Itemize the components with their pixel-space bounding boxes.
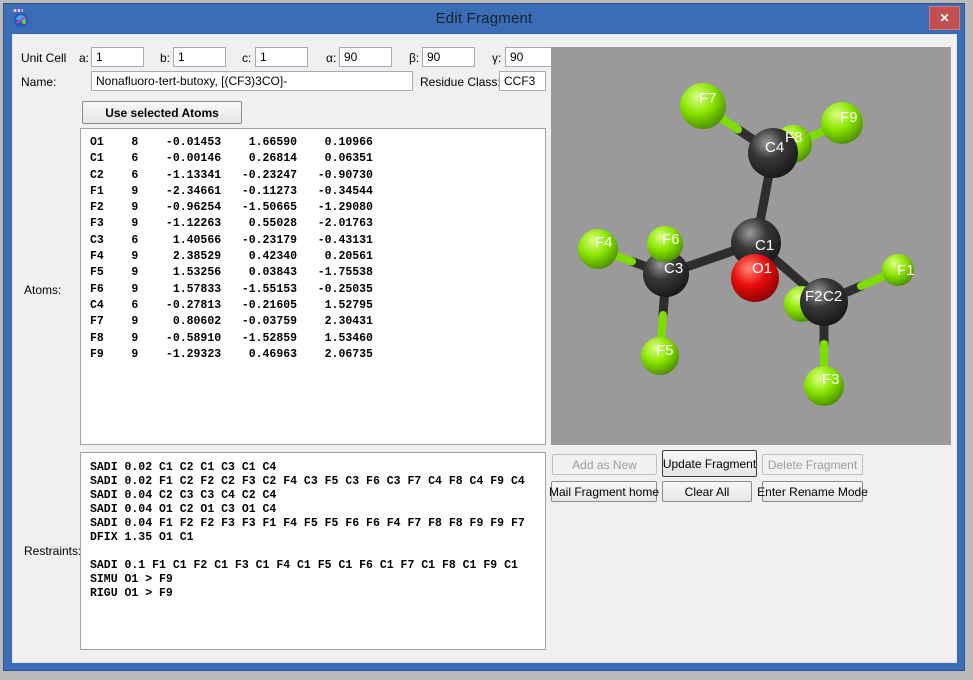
atoms-editor[interactable]: O1 8 -0.01453 1.66590 0.10966 C1 6 -0.00… [80, 128, 546, 445]
residue-class-input[interactable] [499, 71, 546, 91]
delete-fragment-button[interactable]: Delete Fragment [762, 454, 863, 475]
atom-label-O1: O1 [752, 260, 772, 277]
cell-beta-input[interactable] [422, 47, 475, 67]
atom-label-F2: F2 [805, 288, 823, 305]
atom-label-F6: F6 [662, 231, 680, 248]
atom-label-F7: F7 [699, 90, 717, 107]
cell-c-input[interactable] [255, 47, 308, 67]
cell-b-label: b: [160, 51, 170, 65]
atom-label-C1: C1 [755, 237, 774, 254]
cell-beta-label: β: [409, 51, 419, 65]
cell-alpha-input[interactable] [339, 47, 392, 67]
atom-label-C3: C3 [664, 260, 683, 277]
cell-a-label: a: [79, 51, 89, 65]
residue-class-label: Residue Class: [420, 75, 501, 89]
restraints-label: Restraints: [24, 544, 81, 558]
window-title: Edit Fragment [4, 10, 964, 27]
cell-gamma-label: γ: [492, 51, 501, 65]
cell-c-label: c: [242, 51, 251, 65]
edit-fragment-dialog: { "window": { "title": "Edit Fragment", … [0, 0, 973, 680]
atom-label-F5: F5 [656, 342, 674, 359]
atom-label-C4: C4 [765, 139, 784, 156]
name-input[interactable] [91, 71, 413, 91]
update-fragment-button[interactable]: Update Fragment [662, 450, 757, 477]
titlebar: Edit Fragment ✕ [4, 4, 964, 34]
atom-label-F3: F3 [822, 371, 840, 388]
cell-alpha-label: α: [326, 51, 336, 65]
close-button[interactable]: ✕ [929, 6, 960, 30]
atom-label-F4: F4 [595, 234, 613, 251]
add-as-new-button[interactable]: Add as New [552, 454, 657, 475]
enter-rename-mode-button[interactable]: Enter Rename Mode [762, 481, 863, 502]
cell-gamma-input[interactable] [505, 47, 553, 67]
atom-label-F9: F9 [840, 109, 858, 126]
use-selected-atoms-button[interactable]: Use selected Atoms [82, 101, 242, 124]
cell-b-input[interactable] [173, 47, 226, 67]
mail-fragment-home-button[interactable]: Mail Fragment home [551, 481, 657, 502]
atoms-label: Atoms: [24, 283, 61, 297]
atom-label-C2: C2 [823, 288, 842, 305]
name-label: Name: [21, 75, 56, 89]
atom-label-F1: F1 [897, 262, 915, 279]
cell-a-input[interactable] [91, 47, 144, 67]
restraints-editor[interactable]: SADI 0.02 C1 C2 C1 C3 C1 C4 SADI 0.02 F1… [80, 452, 546, 650]
dialog-content: Unit Cell a: b: c: α: β: γ: Name: Residu… [12, 34, 957, 663]
atom-label-F8: F8 [785, 129, 803, 146]
window-frame: Edit Fragment ✕ Unit Cell a: b: c: α: β:… [3, 3, 965, 671]
molecule-viewport[interactable]: F8C4 F7 F9 F4 C3 F6 F5 F2C2 F1 F3 C1 O1 [551, 47, 951, 445]
unit-cell-label: Unit Cell [21, 51, 66, 65]
clear-all-button[interactable]: Clear All [662, 481, 752, 502]
